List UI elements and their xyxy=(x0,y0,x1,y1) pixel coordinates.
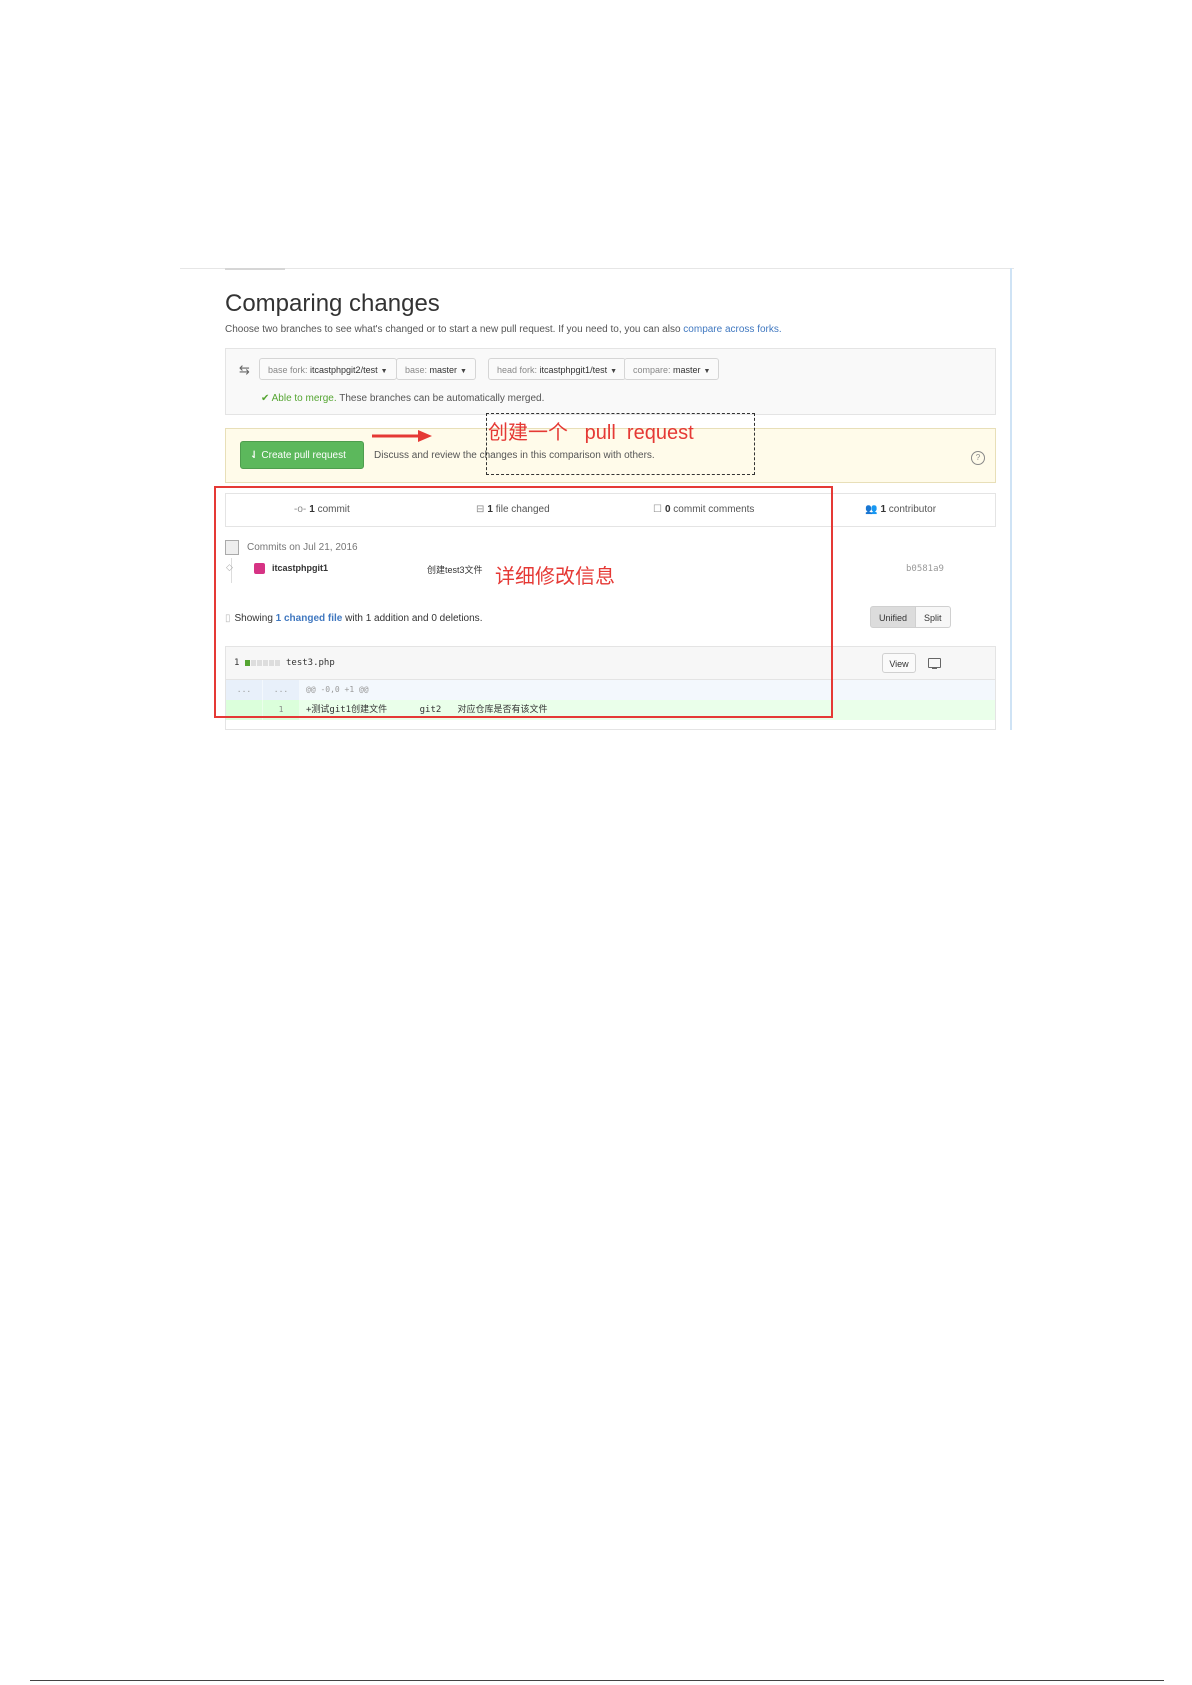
caret-down-icon: ▼ xyxy=(703,368,711,375)
caret-down-icon: ▼ xyxy=(460,368,467,375)
check-icon: ✔ xyxy=(261,393,272,404)
top-divider xyxy=(180,268,1014,269)
caret-down-icon: ▼ xyxy=(380,368,388,375)
annotation-arrow xyxy=(372,430,432,442)
stat-contributors[interactable]: 👥 1 contributor xyxy=(865,504,936,515)
split-button[interactable]: Split xyxy=(916,606,951,628)
top-tab-marker xyxy=(225,268,285,270)
right-divider xyxy=(1010,268,1012,730)
screenshot-panel: Comparing changes Choose two branches to… xyxy=(180,268,1014,730)
base-fork-select[interactable]: base fork: itcastphpgit2/test ▼ xyxy=(259,358,397,380)
display-rich-diff-icon[interactable] xyxy=(928,658,941,669)
diff-view-toggle: Unified Split xyxy=(870,606,951,628)
merge-status: ✔ Able to merge. These branches can be a… xyxy=(261,393,545,404)
compare-across-forks-link[interactable]: compare across forks. xyxy=(683,324,781,335)
create-pull-request-button[interactable]: ⇃ Create pull request xyxy=(240,441,364,469)
caret-down-icon: ▼ xyxy=(610,368,618,375)
compare-branch-select[interactable]: compare: master ▼ xyxy=(624,358,720,380)
head-fork-select[interactable]: head fork: itcastphpgit1/test ▼ xyxy=(488,358,627,380)
range-editor: ⇆ base fork: itcastphpgit2/test ▼ base: m… xyxy=(225,348,996,415)
page-title: Comparing changes xyxy=(225,290,440,317)
page-bottom-rule xyxy=(30,1680,1164,1681)
compare-icon: ⇆ xyxy=(239,362,250,377)
annotation-create-pr: 创建一个 pull request xyxy=(488,422,694,444)
page-subtitle: Choose two branches to see what's change… xyxy=(225,324,782,335)
annotation-red-box xyxy=(214,486,833,718)
base-branch-select[interactable]: base: master ▼ xyxy=(396,358,476,380)
unified-button[interactable]: Unified xyxy=(870,606,917,628)
help-icon[interactable]: ? xyxy=(971,451,985,465)
commit-sha[interactable]: b0581a9 xyxy=(906,564,944,574)
pull-request-icon: ⇃ xyxy=(250,450,259,461)
subtitle-text: Choose two branches to see what's change… xyxy=(225,324,684,335)
view-file-button[interactable]: View xyxy=(882,653,916,673)
people-icon: 👥 xyxy=(865,504,878,515)
